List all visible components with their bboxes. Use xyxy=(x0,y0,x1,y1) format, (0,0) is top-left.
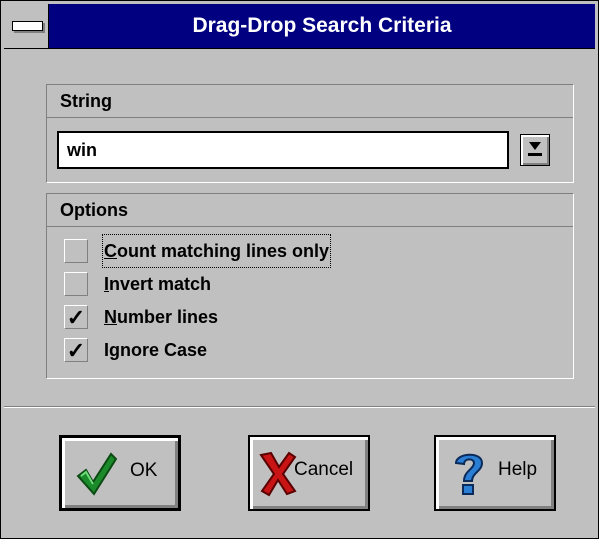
help-button-label: Help xyxy=(498,459,538,480)
options-group-header: Options xyxy=(47,194,573,227)
number-lines-label: Number lines xyxy=(104,307,219,327)
ignore-case-label: Ignore Case xyxy=(104,340,208,360)
ignore-case-checkbox[interactable]: ✓ xyxy=(64,338,88,363)
title-bar[interactable]: Drag-Drop Search Criteria xyxy=(4,4,595,49)
string-group-header: String xyxy=(47,85,573,118)
arrow-down-bar xyxy=(528,153,542,156)
system-menu-button[interactable] xyxy=(4,4,49,48)
separator-highlight xyxy=(4,407,595,408)
question-mark-icon xyxy=(454,453,484,495)
ok-button-label: OK xyxy=(130,460,158,481)
string-group: String win xyxy=(46,84,574,183)
help-button[interactable]: Help xyxy=(434,435,556,511)
dialog-client-area: String win Options Count matching lines … xyxy=(4,49,595,537)
ok-button[interactable]: OK xyxy=(59,435,181,511)
count-matching-checkbox[interactable] xyxy=(64,239,88,263)
dropdown-button[interactable] xyxy=(520,134,550,166)
checkmark-icon xyxy=(76,452,117,496)
invert-match-label: Invert match xyxy=(104,274,212,294)
invert-match-checkbox[interactable] xyxy=(64,272,88,296)
number-lines-checkbox[interactable]: ✓ xyxy=(64,305,88,330)
arrow-down-icon xyxy=(529,142,541,150)
count-matching-label: Count matching lines only xyxy=(101,234,332,268)
system-menu-icon xyxy=(12,21,43,31)
search-string-input[interactable]: win xyxy=(57,131,509,169)
window-title: Drag-Drop Search Criteria xyxy=(192,14,452,37)
cancel-button-label: Cancel xyxy=(294,459,354,480)
cancel-button[interactable]: Cancel xyxy=(248,435,370,511)
red-x-icon xyxy=(259,451,297,497)
dialog-window: Drag-Drop Search Criteria String win Opt… xyxy=(0,0,599,539)
options-group: Options Count matching lines only Invert… xyxy=(46,193,574,379)
